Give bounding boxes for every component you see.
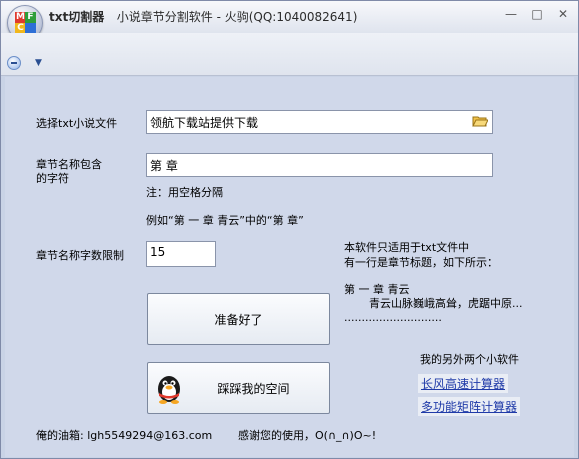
other-apps-heading: 我的另外两个小软件: [420, 353, 519, 366]
app-window: M F C txt切割器 小说章节分割软件 - 火驹(QQ:1040082641…: [0, 0, 579, 459]
title-bar: M F C txt切割器 小说章节分割软件 - 火驹(QQ:1040082641…: [1, 1, 578, 41]
dropdown-arrow-icon[interactable]: ▼: [35, 58, 42, 68]
chapter-keyword-field[interactable]: 第 章: [146, 153, 493, 177]
main-panel: 选择txt小说文件 领航下载站提供下载 章节名称包含 的字符 第 章 注：用空格…: [5, 77, 574, 457]
logo-f: F: [25, 12, 36, 23]
title-sub: 小说章节分割软件 - 火驹(QQ:1040082641): [116, 10, 358, 24]
window-controls: — □ ✕: [504, 7, 570, 21]
file-path-value: 领航下载站提供下载: [150, 116, 259, 130]
minimize-button[interactable]: —: [504, 7, 518, 21]
sample-text: 青云山脉巍峨高耸，虎踞中原...: [369, 297, 523, 310]
open-folder-icon[interactable]: [472, 114, 488, 127]
limit-value: 15: [150, 245, 166, 259]
ready-button-label: 准备好了: [214, 312, 263, 327]
limit-input[interactable]: 15: [146, 241, 216, 267]
close-button[interactable]: ✕: [556, 7, 570, 21]
window-title: txt切割器 小说章节分割软件 - 火驹(QQ:1040082641): [49, 8, 357, 25]
qq-space-button[interactable]: 踩踩我的空间: [147, 362, 330, 414]
file-path-field[interactable]: 领航下载站提供下载: [146, 110, 493, 134]
link-speed-calculator[interactable]: 长风高速计算器: [418, 374, 509, 393]
sample-title: 第 一 章 青云: [344, 283, 410, 296]
chapter-keyword-value: 第 章: [150, 159, 178, 173]
limit-label: 章节名称字数限制: [36, 249, 124, 262]
title-main: txt切割器: [49, 10, 105, 24]
email-text: 俺的油箱: lgh5549294@163.com: [36, 429, 213, 442]
ready-button[interactable]: 准备好了: [147, 293, 330, 345]
maximize-button[interactable]: □: [530, 7, 544, 21]
minus-circle-icon[interactable]: [7, 56, 21, 70]
link-matrix-calculator[interactable]: 多功能矩阵计算器: [418, 397, 521, 416]
thanks-text: 感谢您的使用，O(∩_∩)O~!: [238, 429, 377, 442]
qq-space-label: 踩踩我的空间: [217, 381, 290, 396]
sample-dots: ............................: [344, 311, 442, 324]
info-line-1: 本软件只适用于txt文件中: [344, 241, 470, 254]
info-line-2: 有一行是章节标题，如下所示：: [344, 256, 498, 269]
file-label: 选择txt小说文件: [36, 117, 118, 130]
example-text: 例如“第 一 章 青云”中的“第 章”: [146, 214, 304, 227]
toolbar: ▼: [1, 33, 578, 76]
qq-penguin-icon: [158, 376, 180, 404]
note-text: 注：用空格分隔: [146, 186, 223, 199]
chapter-label-2: 的字符: [36, 172, 69, 185]
